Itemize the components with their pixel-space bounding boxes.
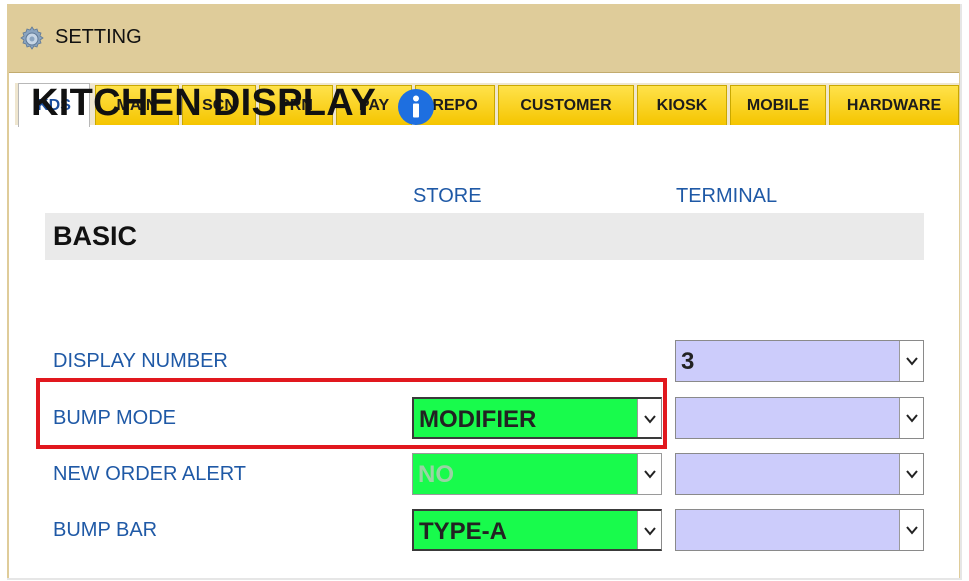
select-value: TYPE-A xyxy=(419,518,508,545)
gear-icon xyxy=(20,26,44,50)
select-value: 3 xyxy=(681,348,695,375)
chevron-down-icon[interactable] xyxy=(899,341,923,381)
title-bar: SETTING xyxy=(7,4,960,70)
terminal-bump-bar-select[interactable] xyxy=(675,509,924,551)
tab-mobile[interactable]: MOBILE xyxy=(730,85,826,125)
store-bump-bar-select[interactable]: TYPE-A xyxy=(412,509,662,551)
chevron-down-icon[interactable] xyxy=(637,454,661,494)
row-label-display-number: DISPLAY NUMBER xyxy=(53,350,228,372)
bump-mode-highlight-box xyxy=(36,378,667,449)
terminal-bump-mode-select[interactable] xyxy=(675,397,924,439)
row-label-new-order-alert: NEW ORDER ALERT xyxy=(53,463,246,485)
row-label-bump-bar: BUMP BAR xyxy=(53,519,158,541)
info-icon[interactable] xyxy=(397,88,435,126)
select-value: NO xyxy=(418,461,454,488)
chevron-down-icon[interactable] xyxy=(637,511,661,549)
store-new-order-alert-select[interactable]: NO xyxy=(412,453,662,495)
tab-customer[interactable]: CUSTOMER xyxy=(498,85,634,125)
terminal-new-order-alert-select[interactable] xyxy=(675,453,924,495)
chevron-down-icon[interactable] xyxy=(899,510,923,550)
window-title: SETTING xyxy=(55,26,142,48)
section-header-basic: BASIC xyxy=(45,213,924,260)
chevron-down-icon[interactable] xyxy=(899,454,923,494)
section-label: BASIC xyxy=(53,221,138,251)
chevron-down-icon[interactable] xyxy=(899,398,923,438)
tab-kiosk[interactable]: KIOSK xyxy=(637,85,727,125)
column-header-store: STORE xyxy=(413,185,482,207)
content-panel: KDS MAIN SCN PRN PAY REPO CUSTOMER KIOSK… xyxy=(9,72,959,578)
terminal-display-number-select[interactable]: 3 xyxy=(675,340,924,382)
column-header-terminal: TERMINAL xyxy=(676,185,778,207)
page-title: KITCHEN DISPLAY xyxy=(31,82,377,124)
tab-hardware[interactable]: HARDWARE xyxy=(829,85,959,125)
